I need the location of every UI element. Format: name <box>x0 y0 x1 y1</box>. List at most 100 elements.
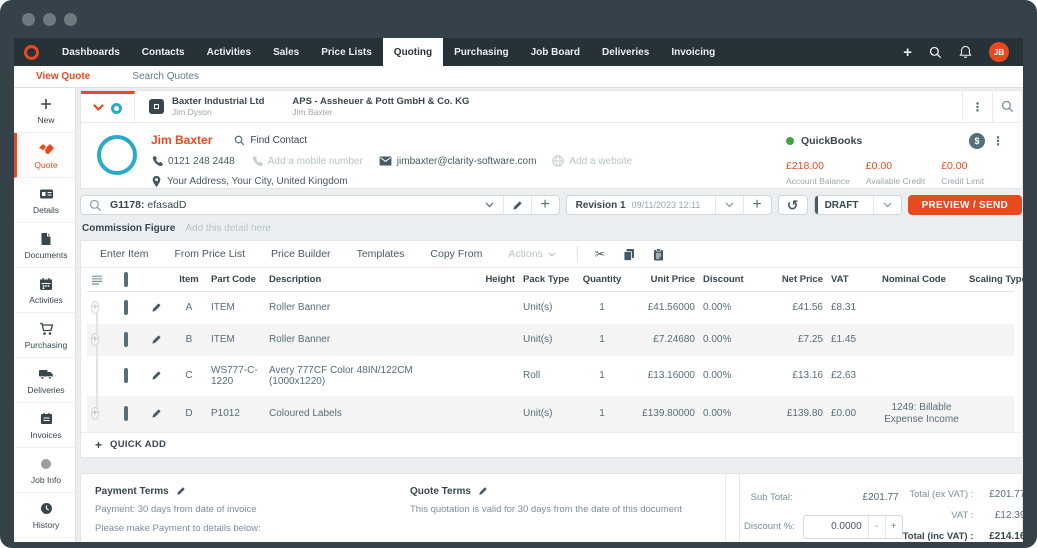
nav-item-purchasing[interactable]: Purchasing <box>443 38 519 66</box>
copy-icon[interactable] <box>614 248 644 261</box>
chevron-down-icon[interactable] <box>873 196 901 214</box>
sidebar-item-history[interactable]: History <box>14 493 75 538</box>
kebab-icon[interactable]: ⋮ <box>992 134 1004 148</box>
commission-input[interactable]: Add this detail here <box>185 223 271 234</box>
paste-icon[interactable] <box>644 248 673 261</box>
expand-row-icon[interactable]: + <box>91 301 99 314</box>
sidebar-item-job-info[interactable]: Job Info <box>14 448 75 493</box>
find-contact-button[interactable]: Find Contact <box>234 135 307 146</box>
user-avatar[interactable]: JB <box>989 42 1009 62</box>
price-builder-button[interactable]: Price Builder <box>258 248 344 260</box>
collapse-totals-button[interactable]: ← <box>725 474 740 543</box>
item-row-d[interactable]: + D P1012 Coloured Labels Unit(s) 1 <box>87 396 1014 432</box>
col-unit-price[interactable]: Unit Price <box>630 268 699 292</box>
col-height[interactable]: Height <box>475 268 519 292</box>
sidebar-item-invoices[interactable]: Invoices <box>14 403 75 448</box>
company-tab-baxter[interactable]: Baxter Industrial Ltd Jim Dyson <box>135 91 278 122</box>
undo-button[interactable]: ↺ <box>778 195 808 215</box>
subnav-view-quote[interactable]: View Quote <box>36 71 90 82</box>
subnav-search-quotes[interactable]: Search Quotes <box>132 71 199 82</box>
enter-item-button[interactable]: Enter Item <box>87 248 161 260</box>
sidebar-item-details[interactable]: Details <box>14 178 75 223</box>
cut-icon[interactable]: ✂ <box>586 247 614 261</box>
window-zoom-button[interactable] <box>64 13 77 26</box>
company-tab-aps[interactable]: APS - Assheuer & Pott GmbH & Co. KG Jim … <box>278 91 483 122</box>
col-vat[interactable]: VAT <box>827 268 878 292</box>
add-mobile-field[interactable]: Add a mobile number <box>251 155 363 167</box>
nav-item-activities[interactable]: Activities <box>196 38 262 66</box>
sidebar-item-deliveries[interactable]: Deliveries <box>14 358 75 403</box>
expand-row-icon[interactable]: + <box>91 333 99 346</box>
quick-add-button[interactable]: + QUICK ADD <box>81 432 1022 457</box>
discount-increment-button[interactable]: + <box>885 516 902 538</box>
search-icon[interactable] <box>929 46 942 59</box>
revision-selector[interactable]: Revision 1 09/11/2023 12:11 + <box>566 195 772 215</box>
item-row-a[interactable]: + A ITEM Roller Banner Unit(s) 1 £41 <box>87 292 1014 324</box>
row-checkbox[interactable] <box>124 368 128 383</box>
quote-search-box[interactable]: G1178: efasadD + <box>80 195 560 215</box>
from-price-list-button[interactable]: From Price List <box>161 248 258 260</box>
sidebar-item-activities[interactable]: Activities <box>14 268 75 313</box>
app-logo[interactable] <box>14 38 51 66</box>
sidebar-item-quote[interactable]: Quote <box>14 133 75 178</box>
dollar-icon[interactable]: $ <box>969 133 985 149</box>
card-search-button[interactable] <box>992 91 1022 122</box>
col-quantity[interactable]: Quantity <box>574 268 630 292</box>
chevron-down-icon[interactable] <box>715 196 743 214</box>
nav-item-contacts[interactable]: Contacts <box>131 38 196 66</box>
col-description[interactable]: Description <box>265 268 475 292</box>
add-revision-button[interactable]: + <box>743 196 771 214</box>
nav-item-price-lists[interactable]: Price Lists <box>310 38 383 66</box>
sidebar-item-new[interactable]: New <box>14 88 75 133</box>
sidebar-item-documents[interactable]: Documents <box>14 223 75 268</box>
edit-icon[interactable] <box>176 486 186 496</box>
nav-item-job-board[interactable]: Job Board <box>520 38 591 66</box>
email-address[interactable]: jimbaxter@clarity-software.com <box>379 156 537 167</box>
edit-row-icon[interactable] <box>151 302 167 313</box>
add-icon[interactable]: + <box>903 45 912 60</box>
col-scaling-type[interactable]: Scaling Type <box>965 268 1014 292</box>
col-item[interactable]: Item <box>171 268 207 292</box>
expand-row-icon[interactable]: + <box>91 407 99 420</box>
row-checkbox[interactable] <box>124 406 128 421</box>
window-minimize-button[interactable] <box>43 13 56 26</box>
edit-icon[interactable] <box>478 486 488 496</box>
edit-row-icon[interactable] <box>151 408 167 419</box>
nav-item-deliveries[interactable]: Deliveries <box>591 38 660 66</box>
edit-row-icon[interactable] <box>151 334 167 345</box>
row-menu-icon[interactable] <box>91 275 116 285</box>
card-menu-button[interactable]: ⋮ <box>962 91 992 122</box>
col-part-code[interactable]: Part Code <box>207 268 265 292</box>
status-dropdown[interactable]: DRAFT <box>814 195 902 215</box>
add-quote-button[interactable]: + <box>531 196 559 214</box>
actions-dropdown[interactable]: Actions <box>495 248 568 260</box>
contact-tab-active[interactable] <box>81 91 135 122</box>
templates-button[interactable]: Templates <box>344 248 418 260</box>
row-checkbox[interactable] <box>124 300 128 315</box>
contact-avatar[interactable] <box>97 135 137 175</box>
nav-item-sales[interactable]: Sales <box>262 38 310 66</box>
edit-quote-button[interactable] <box>503 196 531 214</box>
edit-row-icon[interactable] <box>151 370 167 381</box>
window-close-button[interactable] <box>22 13 35 26</box>
copy-from-button[interactable]: Copy From <box>417 248 495 260</box>
col-nominal-code[interactable]: Nominal Code <box>878 268 965 292</box>
chevron-down-icon[interactable] <box>485 202 494 208</box>
select-all-checkbox[interactable] <box>124 272 128 287</box>
col-net-price[interactable]: Net Price <box>752 268 827 292</box>
col-pack-type[interactable]: Pack Type <box>519 268 574 292</box>
sidebar-item-purchasing[interactable]: Purchasing <box>14 313 75 358</box>
col-discount[interactable]: Discount <box>699 268 752 292</box>
item-row-c[interactable]: C WS777-C-1220 Avery 777CF Color 48IN/12… <box>87 356 1014 396</box>
add-website-field[interactable]: Add a website <box>552 155 632 167</box>
discount-decrement-button[interactable]: - <box>868 516 885 538</box>
nav-item-dashboards[interactable]: Dashboards <box>51 38 131 66</box>
contact-name[interactable]: Jim Baxter <box>151 133 212 147</box>
item-row-b[interactable]: + B ITEM Roller Banner Unit(s) 1 £7. <box>87 324 1014 356</box>
phone-number[interactable]: 0121 248 2448 <box>151 155 235 167</box>
row-checkbox[interactable] <box>124 332 128 347</box>
bell-icon[interactable] <box>959 45 972 59</box>
preview-send-button[interactable]: PREVIEW / SEND <box>908 195 1022 215</box>
nav-item-quoting[interactable]: Quoting <box>383 38 443 66</box>
discount-input[interactable]: 0.0000 <box>804 516 868 538</box>
